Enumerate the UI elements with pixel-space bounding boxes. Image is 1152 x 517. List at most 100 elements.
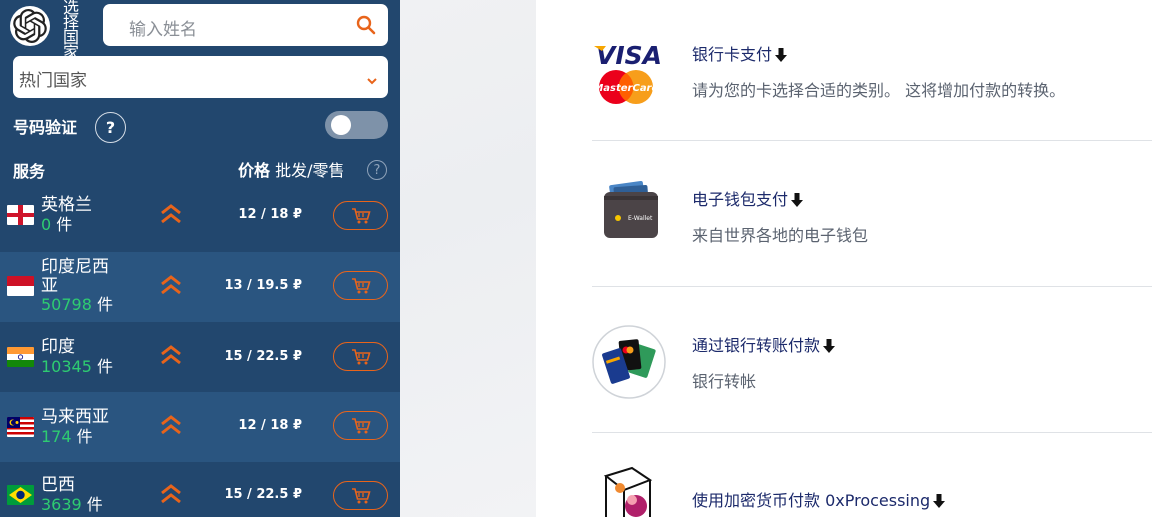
count-number: 0 xyxy=(41,215,52,234)
count-unit: 件 xyxy=(71,427,93,446)
list-item: 印度 10345 件 15 / 22.5 ₽ xyxy=(0,322,400,392)
count-number: 3639 xyxy=(41,495,82,514)
crypto-cube-icon xyxy=(592,466,670,517)
country-select-value: 热门国家 xyxy=(19,71,87,91)
payment-option-bank-card[interactable]: VISA MasterCard 银行卡支付 请为您的卡选择合适的类别。 这将增加… xyxy=(592,33,1152,113)
payment-option-ewallet[interactable]: E-Wallet 电子钱包支付 来自世界各地的电子钱包 xyxy=(592,178,1152,258)
country-label: 选择国家 xyxy=(62,0,79,62)
country-name: 巴西 xyxy=(41,475,75,495)
number-verify-label: 号码验证 xyxy=(13,118,78,137)
service-header: 服务 xyxy=(13,162,46,181)
cart-icon xyxy=(351,277,371,293)
payment-methods-panel: VISA MasterCard 银行卡支付 请为您的卡选择合适的类别。 这将增加… xyxy=(536,0,1152,517)
cart-icon xyxy=(351,417,371,433)
price-wholesale: 15 xyxy=(224,349,243,364)
payment-title[interactable]: 电子钱包支付 xyxy=(692,186,804,211)
svg-text:E-Wallet: E-Wallet xyxy=(628,215,653,222)
help-icon[interactable]: ? xyxy=(95,112,126,143)
sidebar: 选择国家 输入姓名 热门国家 号码验证 ? 服务 价格 批发/零售 ? 英格兰 … xyxy=(0,0,400,517)
cart-icon xyxy=(351,207,371,223)
cart-button[interactable] xyxy=(333,411,388,440)
england-flag-icon xyxy=(7,205,34,225)
divider xyxy=(592,432,1152,433)
cart-icon xyxy=(351,348,371,364)
price-wholesale: 12 xyxy=(238,418,257,433)
count-number: 50798 xyxy=(41,295,92,314)
verify-toggle[interactable] xyxy=(325,111,388,139)
cart-button[interactable] xyxy=(333,201,388,230)
cart-button[interactable] xyxy=(333,481,388,510)
cart-icon xyxy=(351,487,371,503)
price-header-rest: 批发/零售 xyxy=(270,161,345,180)
list-item: 巴西 3639 件 15 / 22.5 ₽ xyxy=(0,462,400,517)
payment-title-text: 电子钱包支付 xyxy=(692,190,789,209)
ewallet-icon: E-Wallet xyxy=(592,178,670,256)
price-retail: 18 ₽ xyxy=(270,418,302,433)
list-item: 英格兰 0 件 12 / 18 ₽ xyxy=(0,182,400,252)
payment-description: 来自世界各地的电子钱包 xyxy=(692,226,869,245)
double-chevron-up-icon[interactable] xyxy=(159,414,183,440)
payment-title[interactable]: 通过银行转账付款 xyxy=(692,332,836,357)
arrow-down-icon xyxy=(823,338,836,357)
page-background xyxy=(400,0,536,517)
payment-option-bank-transfer[interactable]: 通过银行转账付款 银行转帐 xyxy=(592,324,1152,404)
count-unit: 件 xyxy=(81,495,103,514)
payment-title-text: 银行卡支付 xyxy=(692,45,773,64)
count-number: 10345 xyxy=(41,357,92,376)
bank-cards-icon xyxy=(592,324,670,402)
country-select[interactable]: 热门国家 xyxy=(13,56,388,98)
country-count: 10345 件 xyxy=(41,357,113,376)
price-retail: 18 ₽ xyxy=(270,207,302,222)
payment-option-crypto[interactable]: 使用加密货币付款 0xProcessing xyxy=(592,466,1152,517)
price-header-bold: 价格 xyxy=(238,161,271,180)
list-item: 马来西亚 174 件 12 / 18 ₽ xyxy=(0,392,400,462)
price: 13 / 19.5 ₽ xyxy=(224,278,302,293)
price-wholesale: 15 xyxy=(224,487,243,502)
indonesia-flag-icon xyxy=(7,276,34,296)
search-input[interactable]: 输入姓名 xyxy=(103,4,388,46)
search-icon[interactable] xyxy=(356,15,376,39)
double-chevron-up-icon[interactable] xyxy=(159,274,183,300)
openai-logo-icon[interactable] xyxy=(10,6,50,46)
double-chevron-up-icon[interactable] xyxy=(159,203,183,229)
price-wholesale: 12 xyxy=(238,207,257,222)
cart-button[interactable] xyxy=(333,342,388,371)
country-name: 印度尼西亚 xyxy=(41,257,109,296)
double-chevron-up-icon[interactable] xyxy=(159,344,183,370)
cart-button[interactable] xyxy=(333,271,388,300)
count-unit: 件 xyxy=(51,215,73,234)
svg-text:MasterCard: MasterCard xyxy=(593,83,659,94)
malaysia-flag-icon xyxy=(7,417,34,437)
india-flag-icon xyxy=(7,347,34,367)
country-count: 3639 件 xyxy=(41,495,103,514)
country-name: 马来西亚 xyxy=(41,407,109,427)
price: 15 / 22.5 ₽ xyxy=(224,349,302,364)
payment-description: 银行转帐 xyxy=(692,372,757,391)
visa-mastercard-icon: VISA MasterCard xyxy=(592,37,670,115)
count-unit: 件 xyxy=(91,295,113,314)
double-chevron-up-icon[interactable] xyxy=(159,483,183,509)
country-count: 50798 件 xyxy=(41,295,113,314)
country-name: 英格兰 xyxy=(41,195,92,215)
payment-description: 请为您的卡选择合适的类别。 这将增加付款的转换。 xyxy=(692,81,1066,100)
price-help-icon[interactable]: ? xyxy=(367,160,387,180)
search-placeholder: 输入姓名 xyxy=(129,20,197,40)
payment-title[interactable]: 使用加密货币付款 0xProcessing xyxy=(692,487,946,512)
divider xyxy=(592,286,1152,287)
price: 12 / 18 ₽ xyxy=(238,207,302,222)
arrow-down-icon xyxy=(933,493,946,512)
list-item: 印度尼西亚 50798 件 13 / 19.5 ₽ xyxy=(0,252,400,322)
payment-title[interactable]: 银行卡支付 xyxy=(692,41,788,66)
price-header: 价格 批发/零售 xyxy=(238,157,345,181)
chevron-down-icon xyxy=(366,71,378,90)
country-name: 印度 xyxy=(41,337,75,357)
count-unit: 件 xyxy=(91,357,113,376)
price: 15 / 22.5 ₽ xyxy=(224,487,302,502)
price-retail: 22.5 ₽ xyxy=(256,349,302,364)
price-retail: 19.5 ₽ xyxy=(256,278,302,293)
toggle-knob xyxy=(331,115,351,135)
arrow-down-icon xyxy=(791,192,804,211)
price-wholesale: 13 xyxy=(224,278,243,293)
count-number: 174 xyxy=(41,427,72,446)
payment-title-text: 使用加密货币付款 0xProcessing xyxy=(692,491,931,510)
